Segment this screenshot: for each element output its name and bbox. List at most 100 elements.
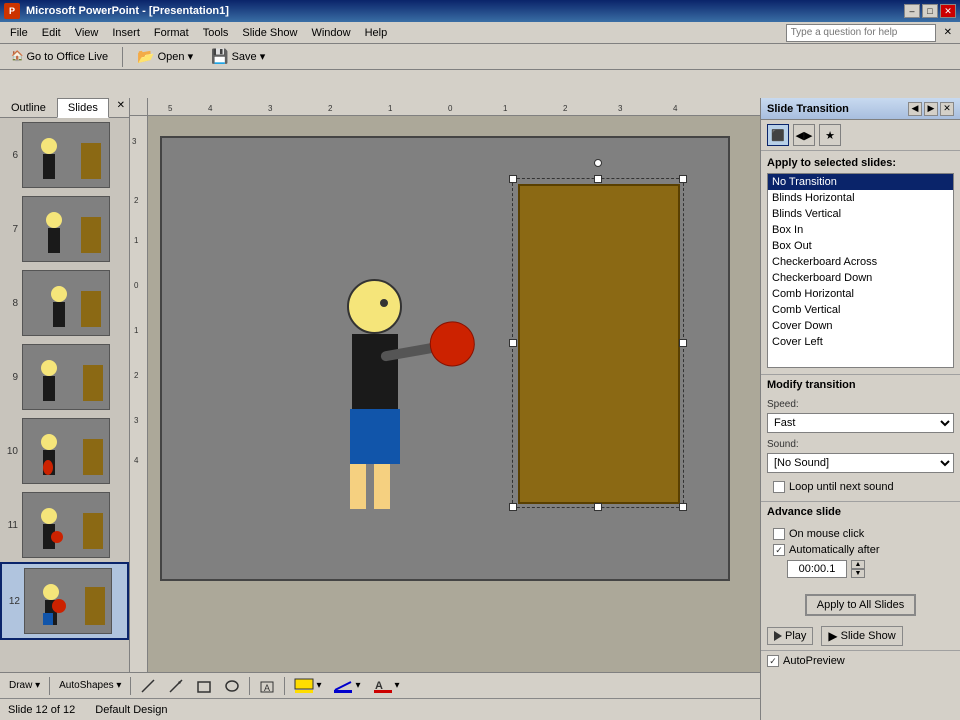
minimize-button[interactable]: – <box>904 4 920 18</box>
textbox-tool[interactable]: A <box>254 675 280 697</box>
autopreview-label: AutoPreview <box>783 655 845 667</box>
transition-comb-h[interactable]: Comb Horizontal <box>768 286 953 302</box>
panel-arrow-right[interactable]: ▶ <box>924 102 938 116</box>
play-button[interactable]: Play <box>767 627 813 645</box>
time-down-button[interactable]: ▼ <box>851 569 865 578</box>
arrow-tool[interactable] <box>163 675 189 697</box>
help-close-button[interactable]: ✕ <box>940 26 956 39</box>
apply-label: Apply to selected slides: <box>767 157 954 169</box>
line-tool[interactable] <box>135 675 161 697</box>
menu-insert[interactable]: Insert <box>106 25 146 41</box>
menu-slideshow[interactable]: Slide Show <box>236 25 303 41</box>
slide-thumb-12[interactable]: 12 <box>0 562 129 640</box>
onclick-checkbox[interactable] <box>773 528 785 540</box>
slideshow-button[interactable]: ▶ Slide Show <box>821 626 902 646</box>
transition-box-out[interactable]: Box Out <box>768 238 953 254</box>
toolbar-separator <box>122 47 123 67</box>
menu-view[interactable]: View <box>69 25 105 41</box>
transition-cover-down[interactable]: Cover Down <box>768 318 953 334</box>
save-button[interactable]: 💾 Save ▾ <box>204 45 272 68</box>
transition-comb-v[interactable]: Comb Vertical <box>768 302 953 318</box>
sound-select[interactable]: [No Sound] <box>767 453 954 473</box>
figure-pants <box>350 409 400 464</box>
time-input[interactable] <box>787 560 847 578</box>
ellipse-icon <box>224 678 240 694</box>
time-up-button[interactable]: ▲ <box>851 560 865 569</box>
panel-close-button[interactable]: ✕ <box>113 98 129 117</box>
transition-blinds-v[interactable]: Blinds Vertical <box>768 206 953 222</box>
menu-edit[interactable]: Edit <box>36 25 67 41</box>
speed-label: Speed: <box>767 399 954 410</box>
loop-row: Loop until next sound <box>767 479 954 495</box>
help-search-input[interactable] <box>786 24 936 42</box>
transition-no-transition[interactable]: No Transition <box>768 174 953 190</box>
line-color-button[interactable]: ▾ <box>328 675 365 697</box>
figure-legs <box>350 464 400 509</box>
slide-preview-12 <box>24 568 112 634</box>
rectangle-tool[interactable] <box>191 675 217 697</box>
slide-thumb-8[interactable]: 8 <box>0 266 129 340</box>
loop-checkbox[interactable] <box>773 481 785 493</box>
ellipse-tool[interactable] <box>219 675 245 697</box>
panel-icon-3[interactable]: ★ <box>819 124 841 146</box>
canvas-container: 3 2 1 0 1 2 3 4 <box>130 116 760 680</box>
apply-all-button[interactable]: Apply to All Slides <box>805 594 916 616</box>
close-button[interactable]: ✕ <box>940 4 956 18</box>
speed-select[interactable]: Fast Medium Slow <box>767 413 954 433</box>
speed-row: Fast Medium Slow <box>767 413 954 433</box>
menu-window[interactable]: Window <box>305 25 356 41</box>
menu-format[interactable]: Format <box>148 25 195 41</box>
handle-br[interactable] <box>679 503 687 511</box>
transition-checker-down[interactable]: Checkerboard Down <box>768 270 953 286</box>
figure-body <box>352 334 398 409</box>
onclick-row: On mouse click <box>767 526 954 542</box>
fill-color-button[interactable]: ▾ <box>289 675 326 697</box>
menu-help[interactable]: Help <box>359 25 394 41</box>
open-button[interactable]: 📂 Open ▾ <box>130 45 200 68</box>
slide-preview-6 <box>22 122 110 188</box>
maximize-button[interactable]: □ <box>922 4 938 18</box>
menu-tools[interactable]: Tools <box>197 25 235 41</box>
panel-close-btn[interactable]: ✕ <box>940 102 954 116</box>
autoshapes-button[interactable]: AutoShapes ▾ <box>54 677 126 694</box>
slide-thumb-7[interactable]: 7 <box>0 192 129 266</box>
transition-cover-left[interactable]: Cover Left <box>768 334 953 350</box>
autopreview-row: AutoPreview <box>761 650 960 671</box>
transition-checker-across[interactable]: Checkerboard Across <box>768 254 953 270</box>
tab-slides[interactable]: Slides <box>57 98 109 118</box>
office-live-button[interactable]: 🏠 Go to Office Live <box>4 48 115 66</box>
handle-bl[interactable] <box>509 503 517 511</box>
figure-head <box>347 279 402 334</box>
rotation-handle[interactable] <box>594 159 602 167</box>
panel-arrow-left[interactable]: ◀ <box>908 102 922 116</box>
panel-title: Slide Transition <box>767 103 849 115</box>
stick-figure[interactable] <box>347 279 402 509</box>
slideshow-icon: ▶ <box>828 629 837 643</box>
handle-tr[interactable] <box>679 175 687 183</box>
panel-icon-1[interactable]: ⬛ <box>767 124 789 146</box>
play-row: Play ▶ Slide Show <box>761 622 960 650</box>
handle-mr[interactable] <box>679 339 687 347</box>
panel-icon-2[interactable]: ◀▶ <box>793 124 815 146</box>
autopreview-checkbox[interactable] <box>767 655 779 667</box>
transition-blinds-h[interactable]: Blinds Horizontal <box>768 190 953 206</box>
slide-thumb-9[interactable]: 9 <box>0 340 129 414</box>
slideshow-label: Slide Show <box>841 630 896 642</box>
slide-thumb-6[interactable]: 6 <box>0 118 129 192</box>
figure-ball <box>426 318 478 370</box>
handle-ml[interactable] <box>509 339 517 347</box>
menu-file[interactable]: File <box>4 25 34 41</box>
handle-tl[interactable] <box>509 175 517 183</box>
tab-outline[interactable]: Outline <box>0 98 57 117</box>
handle-bc[interactable] <box>594 503 602 511</box>
draw-menu-button[interactable]: Draw ▾ <box>4 677 45 694</box>
window-controls: – □ ✕ <box>904 4 956 18</box>
transition-box-in[interactable]: Box In <box>768 222 953 238</box>
handle-tc[interactable] <box>594 175 602 183</box>
font-color-button[interactable]: A ▾ <box>368 675 405 697</box>
draw-separator-3 <box>249 677 250 695</box>
slide-thumb-10[interactable]: 10 <box>0 414 129 488</box>
font-color-icon: A <box>373 678 393 694</box>
auto-checkbox[interactable] <box>773 544 785 556</box>
slide-thumb-11[interactable]: 11 <box>0 488 129 562</box>
